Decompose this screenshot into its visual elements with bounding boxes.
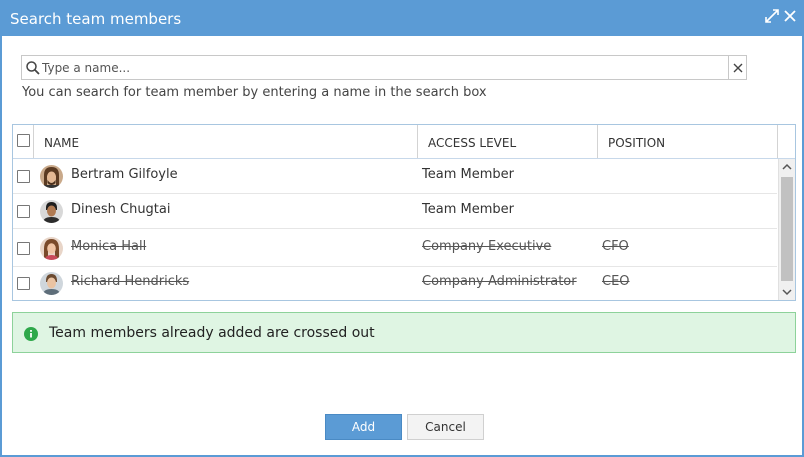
header-select-all-cell <box>13 125 34 158</box>
grid-scrollbar[interactable] <box>778 159 795 300</box>
member-name: Bertram Gilfoyle <box>71 167 178 182</box>
team-members-grid: NAME ACCESS LEVEL POSITION Bertram Gilfo… <box>12 124 796 301</box>
info-text: Team members already added are crossed o… <box>49 325 375 341</box>
scroll-up-button[interactable] <box>779 159 795 175</box>
member-access-level: Team Member <box>422 202 514 217</box>
search-input[interactable] <box>42 58 722 77</box>
chevron-down-icon <box>782 289 792 296</box>
member-position: CFO <box>602 239 629 254</box>
close-icon[interactable] <box>782 8 800 26</box>
member-access-level: Company Administrator <box>422 274 577 289</box>
row-checkbox[interactable] <box>17 205 30 218</box>
member-name: Richard Hendricks <box>71 274 190 289</box>
member-name: Monica Hall <box>71 239 147 254</box>
column-header-position[interactable]: POSITION <box>598 125 778 158</box>
search-box <box>21 55 747 80</box>
member-access-level: Company Executive <box>422 239 552 254</box>
add-button[interactable]: Add <box>325 414 402 440</box>
dialog-titlebar: Search team members <box>2 0 802 36</box>
expand-icon[interactable] <box>764 8 782 26</box>
clear-search-button[interactable] <box>728 56 746 79</box>
avatar <box>40 165 63 188</box>
dialog-title: Search team members <box>10 10 182 28</box>
column-header-name[interactable]: NAME <box>34 125 418 158</box>
avatar <box>40 200 63 223</box>
table-row[interactable]: Bertram Gilfoyle Team Member <box>13 159 777 194</box>
row-checkbox[interactable] <box>17 242 30 255</box>
search-team-members-dialog: Search team members You can search for t… <box>0 0 804 457</box>
clear-icon <box>733 63 742 72</box>
member-name: Dinesh Chugtai <box>71 202 171 217</box>
row-checkbox[interactable] <box>17 170 30 183</box>
row-checkbox[interactable] <box>17 277 30 290</box>
table-row: Richard Hendricks Company Administrator … <box>13 267 777 300</box>
grid-header: NAME ACCESS LEVEL POSITION <box>13 125 795 159</box>
table-row: Monica Hall Company Executive CFO <box>13 229 777 267</box>
info-icon <box>24 326 38 341</box>
chevron-up-icon <box>782 163 792 170</box>
scroll-down-button[interactable] <box>779 284 795 300</box>
column-header-access-level[interactable]: ACCESS LEVEL <box>418 125 598 158</box>
member-position: CEO <box>602 274 630 289</box>
scroll-thumb[interactable] <box>781 177 793 281</box>
select-all-checkbox[interactable] <box>17 134 30 147</box>
table-row[interactable]: Dinesh Chugtai Team Member <box>13 194 777 229</box>
avatar <box>40 272 63 295</box>
search-icon <box>25 60 41 76</box>
avatar <box>40 237 63 260</box>
info-banner: Team members already added are crossed o… <box>12 312 796 353</box>
search-helper-text: You can search for team member by enteri… <box>22 85 487 100</box>
cancel-button[interactable]: Cancel <box>407 414 484 440</box>
member-access-level: Team Member <box>422 167 514 182</box>
